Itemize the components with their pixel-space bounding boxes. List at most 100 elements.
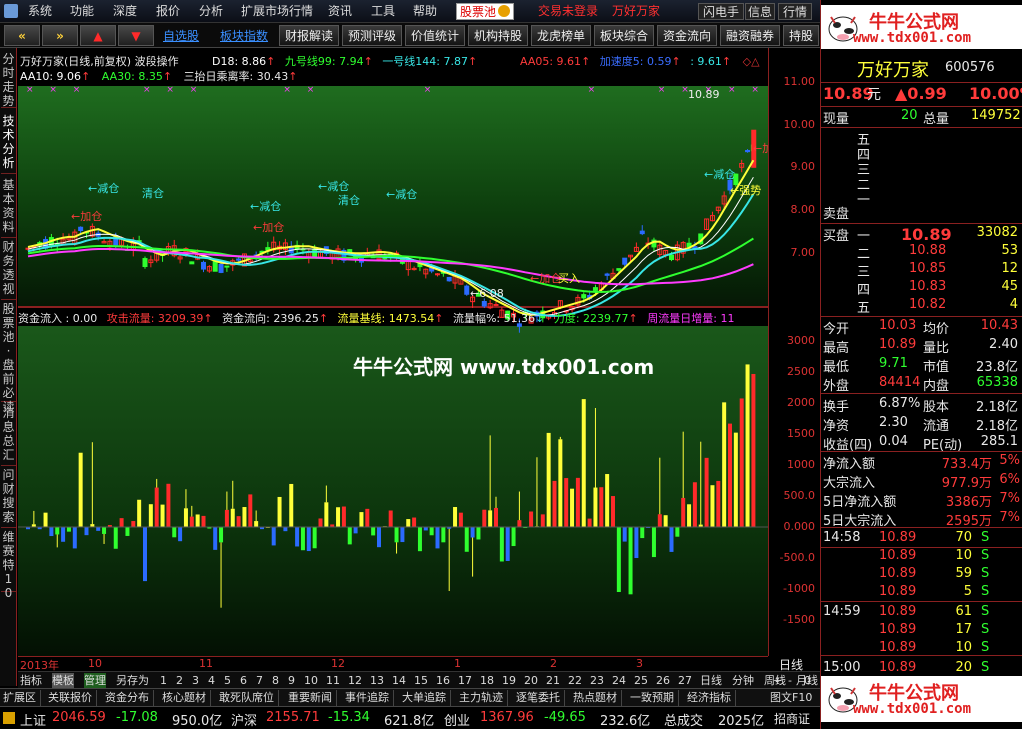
- scroll-plus-button[interactable]: +: [773, 673, 782, 688]
- menu-extended-market[interactable]: 扩展市场行情: [241, 3, 313, 20]
- bottom-tab-15[interactable]: 12: [348, 673, 362, 688]
- index-hs-label[interactable]: 沪深: [231, 710, 257, 729]
- tab-intraday[interactable]: 分时走势: [1, 52, 16, 108]
- value-stats-button[interactable]: 价值统计: [405, 25, 465, 46]
- bottom-tab-19[interactable]: 16: [436, 673, 450, 688]
- menu-news[interactable]: 资讯: [328, 3, 352, 20]
- bottom-tab-31[interactable]: 日线: [700, 673, 722, 688]
- sector-tab-11[interactable]: 一致预期: [630, 690, 679, 706]
- menu-system[interactable]: 系统: [28, 3, 52, 20]
- sector-tab-3[interactable]: 核心题材: [162, 690, 211, 706]
- stock-name: 万好万家: [857, 60, 929, 81]
- sector-tab-8[interactable]: 主力轨迹: [459, 690, 508, 706]
- forward-button[interactable]: »: [42, 25, 78, 46]
- diamond-icon[interactable]: ◇: [743, 55, 751, 68]
- institution-button[interactable]: 机构持股: [468, 25, 528, 46]
- bottom-tab-16[interactable]: 13: [370, 673, 384, 688]
- scroll-minus-button[interactable]: -: [788, 673, 792, 688]
- bottom-tab-12[interactable]: 9: [288, 673, 295, 688]
- fund-flow-button[interactable]: 资金流向: [657, 25, 717, 46]
- menu-stock-pool[interactable]: 股票池: [456, 3, 515, 20]
- broker-label[interactable]: 招商证: [774, 710, 810, 727]
- bottom-tab-11[interactable]: 8: [272, 673, 279, 688]
- menu-depth[interactable]: 深度: [113, 3, 137, 20]
- bottom-tab-13[interactable]: 10: [304, 673, 318, 688]
- scroll-zero-button[interactable]: 0: [804, 673, 811, 688]
- bottom-tab-4[interactable]: 1: [160, 673, 167, 688]
- tab-basic-info[interactable]: 基本资料: [1, 178, 16, 238]
- bottom-tab-2[interactable]: 管理: [84, 673, 106, 688]
- menu-function[interactable]: 功能: [70, 3, 94, 20]
- menu-tools[interactable]: 工具: [371, 3, 395, 20]
- legend-line-2: AA10: 9.06↑ AA30: 8.35↑ 三抬日乘离率: 30.43↑: [20, 70, 298, 83]
- trade-status[interactable]: 交易未登录: [538, 3, 598, 20]
- bottom-tab-18[interactable]: 15: [414, 673, 428, 688]
- sector-combo-button[interactable]: 板块综合: [594, 25, 654, 46]
- bottom-tab-14[interactable]: 11: [326, 673, 340, 688]
- triangle-up-small-icon[interactable]: △: [751, 55, 759, 68]
- bottom-tab-7[interactable]: 4: [208, 673, 215, 688]
- sector-tab-10[interactable]: 热点题材: [573, 690, 622, 706]
- back-button[interactable]: «: [4, 25, 40, 46]
- app-window: { "menu": ["系统","功能","深度","报价","分析","扩展市…: [0, 0, 1022, 729]
- sector-tab-4[interactable]: 敢死队席位: [219, 690, 279, 706]
- sector-tab-6[interactable]: 事件追踪: [345, 690, 394, 706]
- bottom-tab-17[interactable]: 14: [392, 673, 406, 688]
- down-button[interactable]: ▼: [118, 25, 154, 46]
- bottom-tab-6[interactable]: 3: [192, 673, 199, 688]
- tab-weisaite[interactable]: 维赛特10: [1, 530, 16, 600]
- sector-tab-7[interactable]: 大单追踪: [402, 690, 451, 706]
- sector-tab-12[interactable]: 经济指标: [687, 690, 736, 706]
- tab-search[interactable]: 问财搜索: [1, 468, 16, 528]
- tab-stock-pool[interactable]: 股票池·盘前必读: [1, 302, 16, 414]
- margin-button[interactable]: 融资融券: [720, 25, 780, 46]
- bottom-tab-27[interactable]: 24: [612, 673, 626, 688]
- flow-bar: [739, 398, 744, 527]
- menu-quote[interactable]: 报价: [156, 3, 180, 20]
- menu-analysis[interactable]: 分析: [199, 3, 223, 20]
- sector-tab-2[interactable]: 资金分布: [105, 690, 154, 706]
- holdings-button[interactable]: 持股: [783, 25, 819, 46]
- up-button[interactable]: ▲: [80, 25, 116, 46]
- info-button[interactable]: 信息: [745, 3, 775, 20]
- dragon-tiger-button[interactable]: 龙虎榜单: [531, 25, 591, 46]
- bottom-tab-9[interactable]: 6: [240, 673, 247, 688]
- bottom-tab-10[interactable]: 7: [256, 673, 263, 688]
- bottom-tab-25[interactable]: 22: [568, 673, 582, 688]
- sector-tab-5[interactable]: 重要新闻: [288, 690, 337, 706]
- bottom-tab-0[interactable]: 指标: [20, 673, 42, 688]
- chart-area[interactable]: × × × × × × × × × × × × × × × 万好万家(日线,前复权) 波段操作 D18: 8…: [18, 48, 773, 656]
- flash-trade-button[interactable]: 闪电手: [698, 3, 744, 20]
- report-button[interactable]: 财报解读: [279, 25, 339, 46]
- index-cy-label[interactable]: 创业: [444, 710, 470, 729]
- watchlist-link[interactable]: 自选股: [163, 27, 199, 45]
- price-unit: 元: [867, 87, 881, 103]
- index-sh-label[interactable]: 上证: [20, 710, 46, 729]
- bottom-tab-26[interactable]: 23: [590, 673, 604, 688]
- bottom-tab-21[interactable]: 18: [480, 673, 494, 688]
- flow-bar: [710, 485, 715, 527]
- sector-index-link[interactable]: 板块指数: [220, 27, 268, 45]
- bottom-tab-32[interactable]: 分钟: [732, 673, 754, 688]
- menu-help[interactable]: 帮助: [413, 3, 437, 20]
- tab-news[interactable]: 消息总汇: [1, 406, 16, 466]
- market-button[interactable]: 行情: [778, 3, 812, 20]
- bottom-tab-1[interactable]: 模板: [52, 673, 74, 688]
- bottom-tab-22[interactable]: 19: [502, 673, 516, 688]
- f10-tab[interactable]: 图文F10: [770, 690, 816, 706]
- bottom-tab-20[interactable]: 17: [458, 673, 472, 688]
- bottom-tab-23[interactable]: 20: [524, 673, 538, 688]
- bottom-tab-5[interactable]: 2: [176, 673, 183, 688]
- bottom-tab-28[interactable]: 25: [634, 673, 648, 688]
- sector-tab-1[interactable]: 关联报价: [48, 690, 97, 706]
- bottom-tab-3[interactable]: 另存为: [116, 673, 149, 688]
- rating-button[interactable]: 预测评级: [342, 25, 402, 46]
- sector-tab-9[interactable]: 逐笔委托: [516, 690, 565, 706]
- bottom-tab-30[interactable]: 27: [678, 673, 692, 688]
- tab-finance[interactable]: 财务透视: [1, 240, 16, 300]
- bottom-tab-24[interactable]: 21: [546, 673, 560, 688]
- tab-technical[interactable]: 技术分析: [1, 114, 16, 174]
- bottom-tab-29[interactable]: 26: [656, 673, 670, 688]
- bottom-tab-8[interactable]: 5: [224, 673, 231, 688]
- sector-tab-0[interactable]: 扩展区: [3, 690, 41, 706]
